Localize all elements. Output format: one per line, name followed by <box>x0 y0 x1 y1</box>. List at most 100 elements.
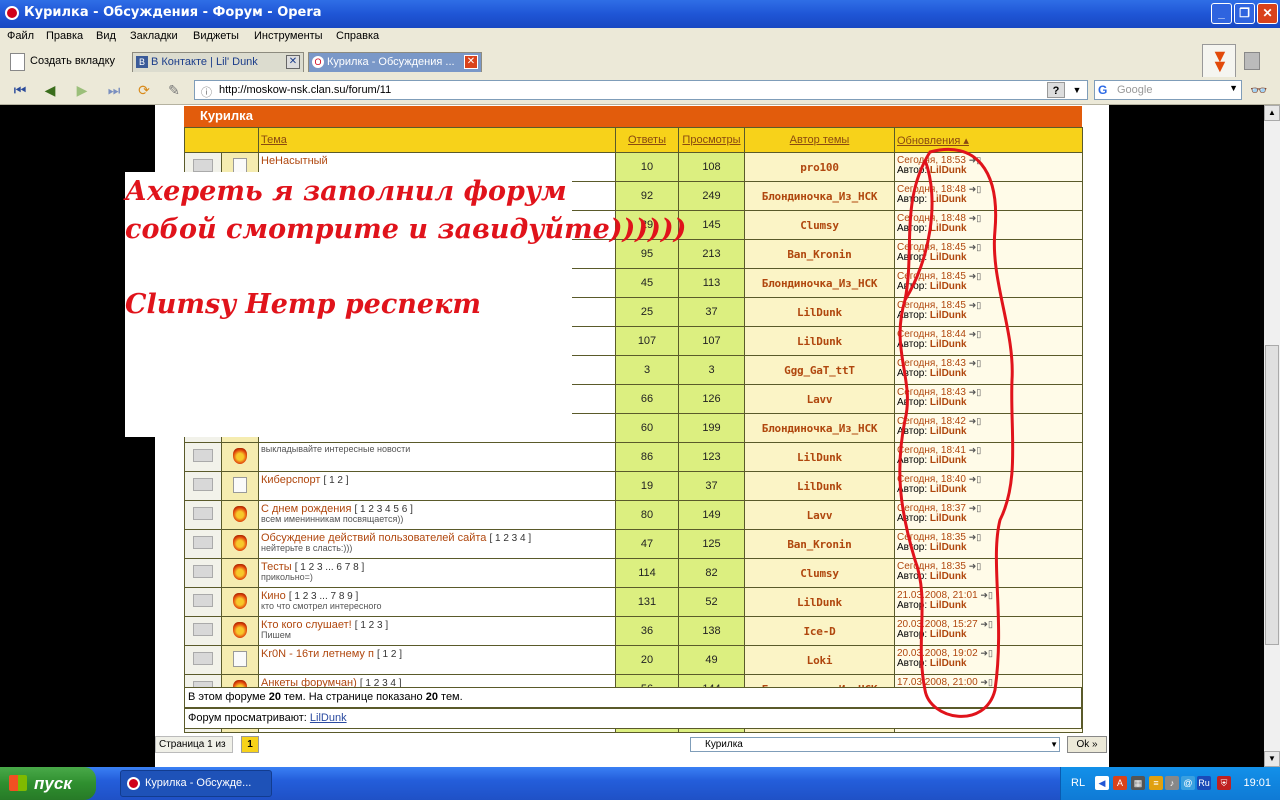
update-author-link[interactable]: LilDunk <box>930 542 967 553</box>
address-dropdown-icon[interactable]: ▼ <box>1069 83 1085 97</box>
goto-last-post-icon[interactable]: ➜▯ <box>969 184 982 194</box>
topic-pages[interactable]: [ 1 2 ] <box>377 649 402 660</box>
menu-widgets[interactable]: Виджеты <box>193 30 239 42</box>
author-link[interactable]: LilDunk <box>744 587 895 617</box>
table-row[interactable]: выкладывайте интересные новости 86 123 LilD… <box>184 442 1083 472</box>
goto-last-post-icon[interactable]: ➜▯ <box>969 445 982 455</box>
goto-last-post-icon[interactable]: ➜▯ <box>969 503 982 513</box>
table-row[interactable]: С днем рождения [ 1 2 3 4 5 6 ] всем имен… <box>184 500 1083 530</box>
author-link[interactable]: Блондиночка_Из_НСК <box>744 413 895 443</box>
network-tray-icon[interactable]: ▦ <box>1131 776 1145 790</box>
goto-last-post-icon[interactable]: ➜▯ <box>969 271 982 281</box>
jump-ok-button[interactable]: Ok » <box>1067 736 1107 753</box>
goto-last-post-icon[interactable]: ➜▯ <box>980 619 993 629</box>
forum-jump-select[interactable]: Курилка ▼ <box>690 737 1060 752</box>
author-link[interactable]: Loki <box>744 645 895 675</box>
goto-last-post-icon[interactable]: ➜▯ <box>969 242 982 252</box>
taskbar-item-opera[interactable]: Курилка - Обсужде... <box>120 770 272 797</box>
update-author-link[interactable]: LilDunk <box>930 165 967 176</box>
author-link[interactable]: Ban_Kronin <box>744 239 895 269</box>
page-info-icon[interactable]: ⓘ <box>201 84 212 100</box>
forward-icon[interactable]: ▶ <box>72 81 92 99</box>
table-row[interactable]: Kr0N - 16ти летнему п [ 1 2 ] 20 49 Loki 20.… <box>184 645 1083 675</box>
table-row[interactable]: Киберспорт [ 1 2 ] 19 37 LilDunk Сегодня, 18… <box>184 471 1083 501</box>
goto-last-post-icon[interactable]: ➜▯ <box>980 648 993 658</box>
header-views[interactable]: Просмотры <box>678 127 745 153</box>
author-link[interactable]: Ice-D <box>744 616 895 646</box>
topic-link[interactable]: Kr0N - 16ти летнему п [ 1 2 ] <box>261 648 615 660</box>
update-author-link[interactable]: LilDunk <box>930 426 967 437</box>
menu-help[interactable]: Справка <box>336 30 379 42</box>
topic-pages[interactable]: [ 1 2 ] <box>324 475 349 486</box>
author-link[interactable]: LilDunk <box>744 471 895 501</box>
messenger-tray-icon[interactable]: @ <box>1181 776 1195 790</box>
address-url[interactable]: http://moskow-nsk.clan.su/forum/11 <box>219 84 391 96</box>
goto-last-post-icon[interactable]: ➜▯ <box>969 213 982 223</box>
new-tab-button[interactable]: Создать вкладку <box>8 50 115 72</box>
menu-file[interactable]: Файл <box>7 30 34 42</box>
goto-last-post-icon[interactable]: ➜▯ <box>980 677 993 687</box>
close-window-button[interactable]: ✕ <box>1257 3 1278 24</box>
scroll-thumb[interactable] <box>1265 345 1279 645</box>
menu-view[interactable]: Вид <box>96 30 116 42</box>
update-author-link[interactable]: LilDunk <box>930 223 967 234</box>
update-author-link[interactable]: LilDunk <box>930 368 967 379</box>
author-link[interactable]: Lavv <box>744 500 895 530</box>
author-link[interactable]: LilDunk <box>744 442 895 472</box>
reload-icon[interactable]: ⟳ <box>134 81 154 99</box>
trash-icon[interactable] <box>1244 52 1260 70</box>
back-icon[interactable]: ◀ <box>40 81 60 99</box>
speed-dial-button[interactable]: ▼ ▼ <box>1202 44 1236 78</box>
author-link[interactable]: Блондиночка_Из_НСК <box>744 268 895 298</box>
topic-link[interactable]: НеНасытный <box>261 155 615 167</box>
goto-last-post-icon[interactable]: ➜▯ <box>969 561 982 571</box>
update-author-link[interactable]: LilDunk <box>930 658 967 669</box>
header-updates[interactable]: Обновления ▴ <box>894 127 1083 153</box>
update-author-link[interactable]: LilDunk <box>930 571 967 582</box>
edit-icon[interactable]: ✎ <box>164 81 184 99</box>
maximize-button[interactable]: ❐ <box>1234 3 1255 24</box>
update-author-link[interactable]: LilDunk <box>930 629 967 640</box>
author-link[interactable]: Clumsy <box>744 210 895 240</box>
goto-last-post-icon[interactable]: ➜▯ <box>969 155 982 165</box>
fast-forward-icon[interactable]: ⏭ <box>104 81 124 99</box>
update-author-link[interactable]: LilDunk <box>930 600 967 611</box>
antivirus-tray-icon[interactable]: A <box>1113 776 1127 790</box>
author-link[interactable]: Clumsy <box>744 558 895 588</box>
address-bar[interactable]: ⓘ http://moskow-nsk.clan.su/forum/11 ? ▼ <box>194 80 1088 100</box>
author-link[interactable]: Lavv <box>744 384 895 414</box>
update-author-link[interactable]: LilDunk <box>930 455 967 466</box>
author-link[interactable]: Ban_Kronin <box>744 529 895 559</box>
language-indicator[interactable]: RL <box>1071 777 1085 789</box>
rewind-icon[interactable]: ⏮ <box>10 81 30 99</box>
update-author-link[interactable]: LilDunk <box>930 194 967 205</box>
goto-last-post-icon[interactable]: ➜▯ <box>969 300 982 310</box>
author-link[interactable]: Ggg_GaT_ttT <box>744 355 895 385</box>
update-tray-icon[interactable]: ≡ <box>1149 776 1163 790</box>
back-arrow-tray-icon[interactable]: ◀ <box>1095 776 1109 790</box>
author-link[interactable]: LilDunk <box>744 326 895 356</box>
search-field[interactable]: G Google ▼ <box>1094 80 1242 100</box>
table-row[interactable]: Тесты [ 1 2 3 ... 6 7 8 ] прикольно=) 114 8… <box>184 558 1083 588</box>
author-link[interactable]: Блондиночка_Из_НСК <box>744 181 895 211</box>
table-row[interactable]: Кто кого слушает! [ 1 2 3 ] Пишем 36 138 Ice… <box>184 616 1083 646</box>
close-tab-icon[interactable]: ✕ <box>286 55 300 69</box>
table-row[interactable]: Кино [ 1 2 3 ... 7 8 9 ] кто что смотрел … <box>184 587 1083 617</box>
author-link[interactable]: LilDunk <box>744 297 895 327</box>
table-row[interactable]: Обсуждение действий пользователей сайта … <box>184 529 1083 559</box>
viewer-link[interactable]: LilDunk <box>310 712 347 724</box>
minimize-button[interactable]: _ <box>1211 3 1232 24</box>
goto-last-post-icon[interactable]: ➜▯ <box>969 474 982 484</box>
goto-last-post-icon[interactable]: ➜▯ <box>969 358 982 368</box>
page-button[interactable]: 1 <box>241 736 259 753</box>
scroll-up-icon[interactable]: ▲ <box>1264 105 1280 121</box>
goto-last-post-icon[interactable]: ➜▯ <box>969 387 982 397</box>
update-author-link[interactable]: LilDunk <box>930 310 967 321</box>
shield-tray-icon[interactable]: ⛨ <box>1217 776 1231 790</box>
menu-bookmarks[interactable]: Закладки <box>130 30 178 42</box>
help-icon[interactable]: ? <box>1047 82 1065 98</box>
update-author-link[interactable]: LilDunk <box>930 339 967 350</box>
start-button[interactable]: пуск <box>0 767 96 800</box>
scroll-down-icon[interactable]: ▼ <box>1264 751 1280 767</box>
update-author-link[interactable]: LilDunk <box>930 513 967 524</box>
